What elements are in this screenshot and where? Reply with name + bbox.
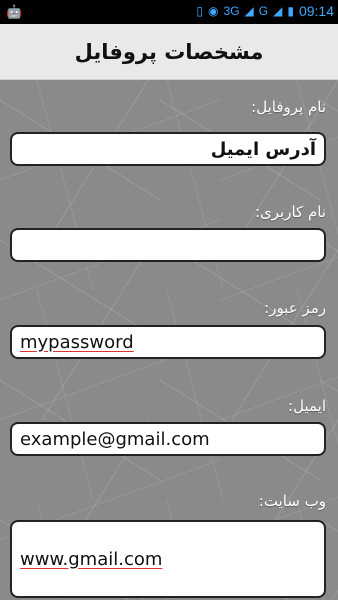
page-title: مشخصات پروفایل bbox=[74, 39, 264, 64]
profile-name-label: نام پروفایل: bbox=[251, 98, 326, 116]
battery-icon: ▮ bbox=[287, 4, 294, 18]
clock: 09:14 bbox=[298, 3, 334, 19]
website-label: وب سایت: bbox=[258, 492, 326, 510]
website-value: www.gmail.com bbox=[20, 548, 163, 570]
profile-name-field[interactable]: آدرس ایمیل bbox=[10, 132, 326, 166]
username-label: نام کاربری: bbox=[254, 203, 326, 221]
network-type: 3G bbox=[223, 4, 240, 18]
password-label: رمز عبور: bbox=[264, 299, 326, 317]
wifi-icon: ◉ bbox=[208, 4, 219, 18]
android-icon: 🤖 bbox=[6, 4, 23, 19]
app-logo-watermark: ﺯ bbox=[285, 525, 321, 595]
app-header: مشخصات پروفایل bbox=[0, 24, 338, 80]
status-bar: 🤖 ▯ ◉ 3G ◢ G ◢ ▮ 09:14 bbox=[0, 0, 338, 24]
email-field[interactable]: example@gmail.com bbox=[10, 422, 326, 456]
password-field[interactable]: mypassword bbox=[10, 325, 326, 359]
profile-name-value: آدرس ایمیل bbox=[210, 138, 316, 160]
email-value: example@gmail.com bbox=[20, 428, 210, 450]
email-label: ایمیل: bbox=[288, 397, 326, 415]
signal-icon: ◢ bbox=[244, 4, 254, 18]
password-value: mypassword bbox=[20, 331, 134, 353]
carrier-label: G bbox=[258, 4, 269, 18]
vibrate-icon: ▯ bbox=[196, 4, 204, 18]
signal-icon-2: ◢ bbox=[273, 4, 283, 18]
username-field[interactable] bbox=[10, 228, 326, 262]
